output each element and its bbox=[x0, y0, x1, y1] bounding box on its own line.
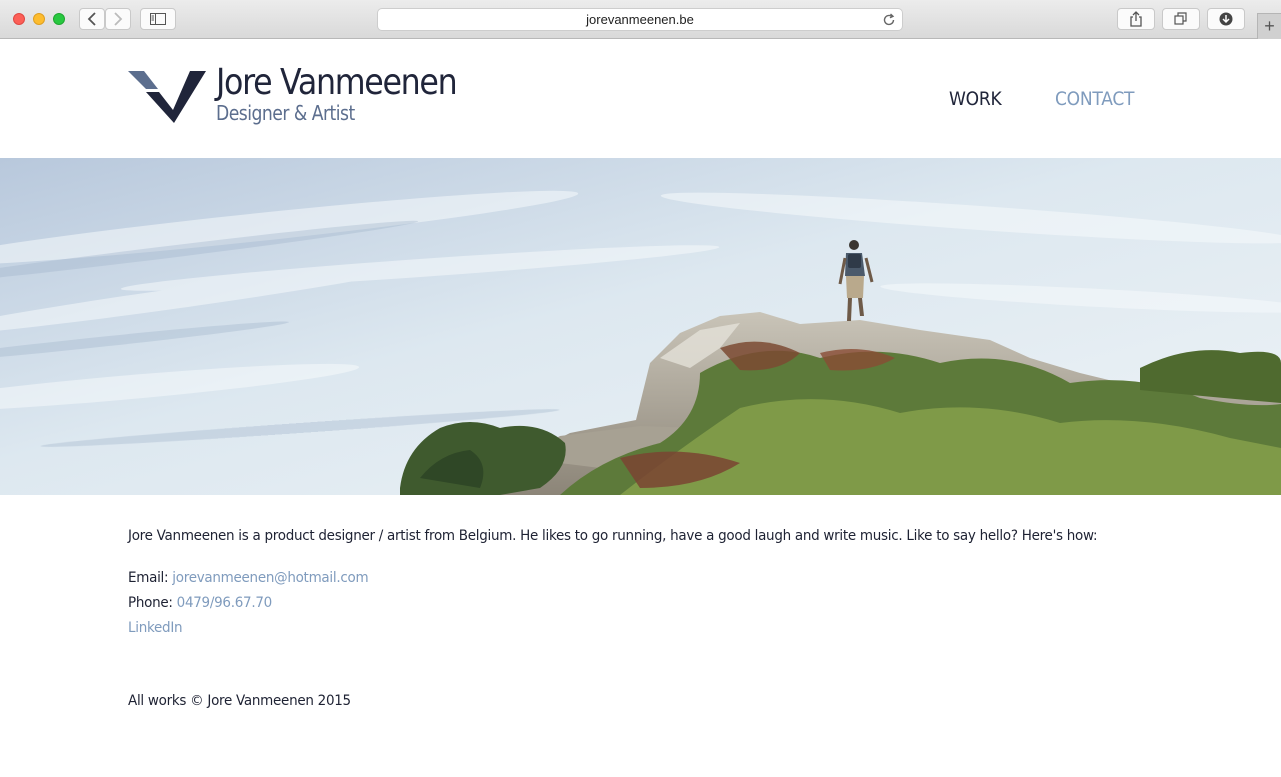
hero-image bbox=[0, 158, 1281, 495]
site-tagline: Designer & Artist bbox=[216, 101, 355, 125]
site-name: Jore Vanmeenen bbox=[216, 62, 458, 103]
browser-toolbar: jorevanmeenen.be + bbox=[0, 0, 1281, 39]
email-link[interactable]: jorevanmeenen@hotmail.com bbox=[172, 570, 368, 586]
chevron-left-icon bbox=[87, 12, 96, 26]
address-bar-url: jorevanmeenen.be bbox=[586, 12, 694, 27]
chevron-right-icon bbox=[114, 12, 123, 26]
nav-work[interactable]: WORK bbox=[949, 88, 1002, 110]
zoom-window-button[interactable] bbox=[53, 13, 65, 25]
forward-button[interactable] bbox=[105, 8, 131, 30]
reload-icon[interactable] bbox=[882, 13, 896, 27]
plus-icon: + bbox=[1264, 16, 1275, 36]
share-button[interactable] bbox=[1117, 8, 1155, 30]
new-tab-button[interactable]: + bbox=[1257, 13, 1281, 39]
logo-link[interactable] bbox=[128, 70, 206, 128]
phone-label: Phone: bbox=[128, 595, 177, 611]
sidebar-toggle-button[interactable] bbox=[140, 8, 176, 30]
intro-text: Jore Vanmeenen is a product designer / a… bbox=[128, 528, 1098, 544]
email-label: Email: bbox=[128, 570, 173, 586]
phone-link[interactable]: 0479/96.67.70 bbox=[177, 595, 273, 611]
email-line: Email: jorevanmeenen@hotmail.com bbox=[128, 570, 369, 586]
hiker-on-cliff-photo bbox=[0, 158, 1281, 495]
phone-line: Phone: 0479/96.67.70 bbox=[128, 595, 272, 611]
linkedin-line: LinkedIn bbox=[128, 620, 183, 636]
footer-copyright: All works © Jore Vanmeenen 2015 bbox=[128, 693, 351, 709]
logo-v-icon bbox=[128, 71, 206, 123]
nav-contact[interactable]: CONTACT bbox=[1055, 88, 1134, 110]
download-icon bbox=[1219, 12, 1233, 26]
downloads-button[interactable] bbox=[1207, 8, 1245, 30]
linkedin-link[interactable]: LinkedIn bbox=[128, 620, 183, 636]
sidebar-icon bbox=[150, 13, 166, 25]
share-icon bbox=[1130, 11, 1142, 27]
address-bar[interactable]: jorevanmeenen.be bbox=[377, 8, 903, 31]
minimize-window-button[interactable] bbox=[33, 13, 45, 25]
back-button[interactable] bbox=[79, 8, 105, 30]
site-header: Jore Vanmeenen Designer & Artist WORK CO… bbox=[0, 40, 1281, 158]
close-window-button[interactable] bbox=[13, 13, 25, 25]
tabs-overview-button[interactable] bbox=[1162, 8, 1200, 30]
tabs-icon bbox=[1174, 12, 1187, 25]
